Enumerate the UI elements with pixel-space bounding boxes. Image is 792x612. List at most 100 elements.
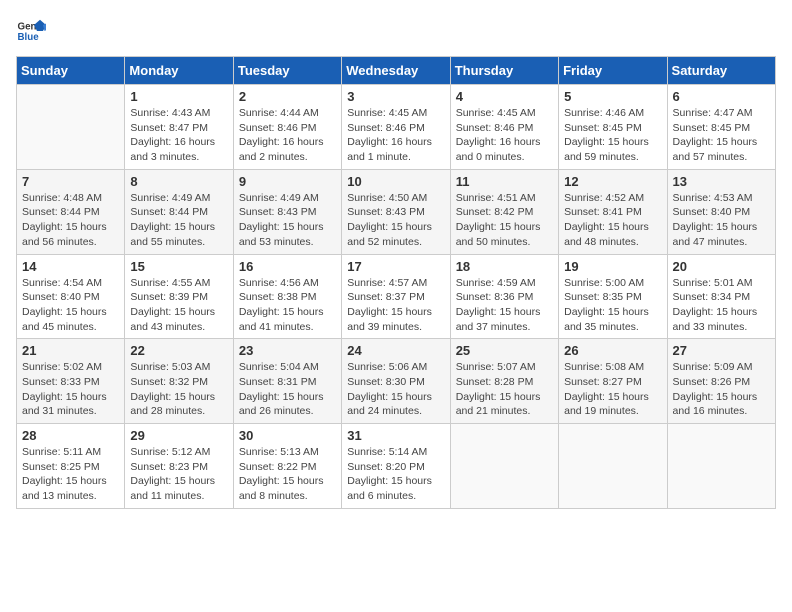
day-cell: 21 Sunrise: 5:02 AM Sunset: 8:33 PM Dayli… (17, 339, 125, 424)
day-number: 21 (22, 343, 119, 358)
day-cell: 16 Sunrise: 4:56 AM Sunset: 8:38 PM Dayli… (233, 254, 341, 339)
calendar-header: SundayMondayTuesdayWednesdayThursdayFrid… (17, 57, 776, 85)
day-number: 30 (239, 428, 336, 443)
day-info: Sunrise: 5:13 AM Sunset: 8:22 PM Dayligh… (239, 445, 336, 504)
day-info: Sunrise: 5:11 AM Sunset: 8:25 PM Dayligh… (22, 445, 119, 504)
logo: General Blue (16, 16, 46, 46)
day-info: Sunrise: 4:44 AM Sunset: 8:46 PM Dayligh… (239, 106, 336, 165)
day-number: 13 (673, 174, 770, 189)
day-info: Sunrise: 5:09 AM Sunset: 8:26 PM Dayligh… (673, 360, 770, 419)
day-number: 5 (564, 89, 661, 104)
day-cell: 7 Sunrise: 4:48 AM Sunset: 8:44 PM Daylig… (17, 169, 125, 254)
day-cell: 14 Sunrise: 4:54 AM Sunset: 8:40 PM Dayli… (17, 254, 125, 339)
day-number: 23 (239, 343, 336, 358)
day-cell: 18 Sunrise: 4:59 AM Sunset: 8:36 PM Dayli… (450, 254, 558, 339)
day-cell: 1Sunrise: 4:43 AM Sunset: 8:47 PM Daylig… (125, 85, 233, 170)
day-number: 11 (456, 174, 553, 189)
day-info: Sunrise: 4:48 AM Sunset: 8:44 PM Dayligh… (22, 191, 119, 250)
day-cell: 2 Sunrise: 4:44 AM Sunset: 8:46 PM Daylig… (233, 85, 341, 170)
day-number: 2 (239, 89, 336, 104)
day-info: Sunrise: 5:00 AM Sunset: 8:35 PM Dayligh… (564, 276, 661, 335)
day-number: 3 (347, 89, 444, 104)
day-info: Sunrise: 4:59 AM Sunset: 8:36 PM Dayligh… (456, 276, 553, 335)
day-info: Sunrise: 5:01 AM Sunset: 8:34 PM Dayligh… (673, 276, 770, 335)
day-cell (17, 85, 125, 170)
day-cell: 20Sunrise: 5:01 AM Sunset: 8:34 PM Dayli… (667, 254, 775, 339)
day-number: 17 (347, 259, 444, 274)
day-info: Sunrise: 4:51 AM Sunset: 8:42 PM Dayligh… (456, 191, 553, 250)
header-cell-tuesday: Tuesday (233, 57, 341, 85)
day-info: Sunrise: 5:07 AM Sunset: 8:28 PM Dayligh… (456, 360, 553, 419)
day-info: Sunrise: 5:04 AM Sunset: 8:31 PM Dayligh… (239, 360, 336, 419)
day-number: 4 (456, 89, 553, 104)
day-cell (559, 424, 667, 509)
day-cell: 25 Sunrise: 5:07 AM Sunset: 8:28 PM Dayli… (450, 339, 558, 424)
day-info: Sunrise: 4:53 AM Sunset: 8:40 PM Dayligh… (673, 191, 770, 250)
day-info: Sunrise: 4:46 AM Sunset: 8:45 PM Dayligh… (564, 106, 661, 165)
day-cell: 5 Sunrise: 4:46 AM Sunset: 8:45 PM Daylig… (559, 85, 667, 170)
day-info: Sunrise: 4:49 AM Sunset: 8:44 PM Dayligh… (130, 191, 227, 250)
day-cell: 8Sunrise: 4:49 AM Sunset: 8:44 PM Daylig… (125, 169, 233, 254)
svg-text:Blue: Blue (18, 32, 40, 43)
day-cell: 15Sunrise: 4:55 AM Sunset: 8:39 PM Dayli… (125, 254, 233, 339)
day-info: Sunrise: 5:14 AM Sunset: 8:20 PM Dayligh… (347, 445, 444, 504)
calendar-table: SundayMondayTuesdayWednesdayThursdayFrid… (16, 56, 776, 509)
day-cell: 28 Sunrise: 5:11 AM Sunset: 8:25 PM Dayli… (17, 424, 125, 509)
day-number: 31 (347, 428, 444, 443)
day-info: Sunrise: 4:52 AM Sunset: 8:41 PM Dayligh… (564, 191, 661, 250)
day-cell: 10 Sunrise: 4:50 AM Sunset: 8:43 PM Dayli… (342, 169, 450, 254)
day-number: 1 (130, 89, 227, 104)
header-cell-monday: Monday (125, 57, 233, 85)
day-info: Sunrise: 5:12 AM Sunset: 8:23 PM Dayligh… (130, 445, 227, 504)
day-cell: 9Sunrise: 4:49 AM Sunset: 8:43 PM Daylig… (233, 169, 341, 254)
day-number: 7 (22, 174, 119, 189)
day-cell: 17 Sunrise: 4:57 AM Sunset: 8:37 PM Dayli… (342, 254, 450, 339)
week-row-1: 1Sunrise: 4:43 AM Sunset: 8:47 PM Daylig… (17, 85, 776, 170)
week-row-5: 28 Sunrise: 5:11 AM Sunset: 8:25 PM Dayli… (17, 424, 776, 509)
day-number: 24 (347, 343, 444, 358)
day-number: 18 (456, 259, 553, 274)
day-info: Sunrise: 4:45 AM Sunset: 8:46 PM Dayligh… (347, 106, 444, 165)
day-cell: 29 Sunrise: 5:12 AM Sunset: 8:23 PM Dayli… (125, 424, 233, 509)
day-number: 19 (564, 259, 661, 274)
day-info: Sunrise: 5:02 AM Sunset: 8:33 PM Dayligh… (22, 360, 119, 419)
day-info: Sunrise: 4:54 AM Sunset: 8:40 PM Dayligh… (22, 276, 119, 335)
day-cell: 30 Sunrise: 5:13 AM Sunset: 8:22 PM Dayli… (233, 424, 341, 509)
day-cell: 22 Sunrise: 5:03 AM Sunset: 8:32 PM Dayli… (125, 339, 233, 424)
day-number: 22 (130, 343, 227, 358)
day-cell: 24 Sunrise: 5:06 AM Sunset: 8:30 PM Dayli… (342, 339, 450, 424)
day-cell: 26 Sunrise: 5:08 AM Sunset: 8:27 PM Dayli… (559, 339, 667, 424)
day-number: 26 (564, 343, 661, 358)
header-row: SundayMondayTuesdayWednesdayThursdayFrid… (17, 57, 776, 85)
day-number: 29 (130, 428, 227, 443)
day-number: 28 (22, 428, 119, 443)
day-info: Sunrise: 4:47 AM Sunset: 8:45 PM Dayligh… (673, 106, 770, 165)
day-cell: 12Sunrise: 4:52 AM Sunset: 8:41 PM Dayli… (559, 169, 667, 254)
header-cell-friday: Friday (559, 57, 667, 85)
day-number: 14 (22, 259, 119, 274)
day-info: Sunrise: 4:57 AM Sunset: 8:37 PM Dayligh… (347, 276, 444, 335)
day-cell: 19 Sunrise: 5:00 AM Sunset: 8:35 PM Dayli… (559, 254, 667, 339)
day-cell: 13 Sunrise: 4:53 AM Sunset: 8:40 PM Dayli… (667, 169, 775, 254)
day-info: Sunrise: 5:06 AM Sunset: 8:30 PM Dayligh… (347, 360, 444, 419)
day-number: 25 (456, 343, 553, 358)
day-number: 16 (239, 259, 336, 274)
week-row-3: 14 Sunrise: 4:54 AM Sunset: 8:40 PM Dayli… (17, 254, 776, 339)
day-info: Sunrise: 5:08 AM Sunset: 8:27 PM Dayligh… (564, 360, 661, 419)
day-cell: 4Sunrise: 4:45 AM Sunset: 8:46 PM Daylig… (450, 85, 558, 170)
day-number: 6 (673, 89, 770, 104)
day-cell (450, 424, 558, 509)
day-info: Sunrise: 5:03 AM Sunset: 8:32 PM Dayligh… (130, 360, 227, 419)
day-number: 10 (347, 174, 444, 189)
day-info: Sunrise: 4:55 AM Sunset: 8:39 PM Dayligh… (130, 276, 227, 335)
day-cell: 11 Sunrise: 4:51 AM Sunset: 8:42 PM Dayli… (450, 169, 558, 254)
logo-icon: General Blue (16, 16, 46, 46)
day-info: Sunrise: 4:50 AM Sunset: 8:43 PM Dayligh… (347, 191, 444, 250)
day-info: Sunrise: 4:56 AM Sunset: 8:38 PM Dayligh… (239, 276, 336, 335)
day-cell: 3 Sunrise: 4:45 AM Sunset: 8:46 PM Daylig… (342, 85, 450, 170)
header-cell-wednesday: Wednesday (342, 57, 450, 85)
page-header: General Blue (16, 16, 776, 46)
week-row-4: 21 Sunrise: 5:02 AM Sunset: 8:33 PM Dayli… (17, 339, 776, 424)
header-cell-thursday: Thursday (450, 57, 558, 85)
day-cell: 23 Sunrise: 5:04 AM Sunset: 8:31 PM Dayli… (233, 339, 341, 424)
